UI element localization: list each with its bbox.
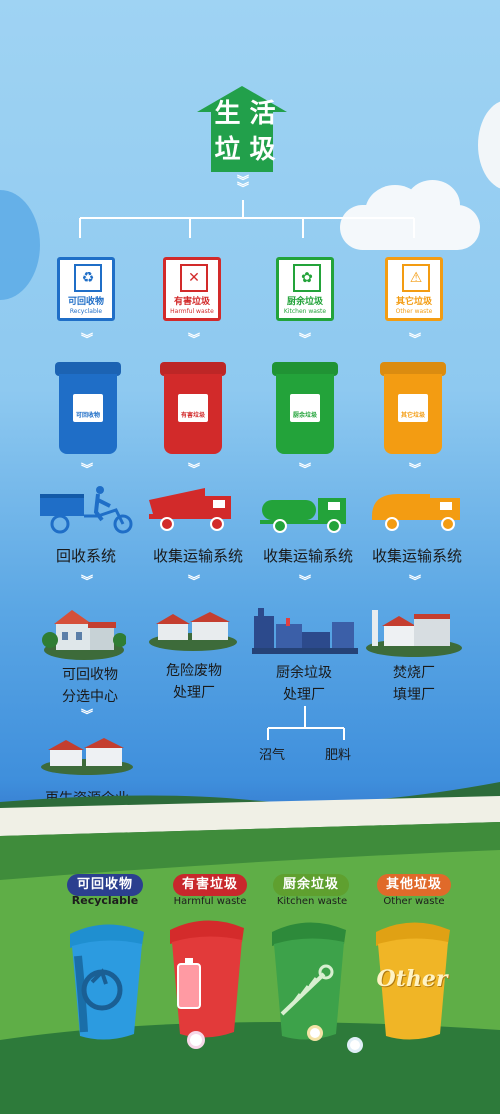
chevron-down-icon: ︾ <box>187 332 200 346</box>
recycle-icon: ♻ <box>74 264 102 292</box>
recyclable-bin-large <box>70 924 144 1040</box>
category-sign-en: Harmful waste <box>170 308 214 315</box>
legend-en-kitchen: Kitchen waste <box>276 896 348 907</box>
category-sign-label: 可回收物 <box>67 297 104 307</box>
battery-icon: ✕ <box>180 264 208 292</box>
hazard-icon: ⚠ <box>402 264 430 292</box>
bin-other: 其它垃圾 <box>380 358 446 454</box>
tanker-truck-icon <box>260 498 346 533</box>
legend-en-other: Other waste <box>383 896 445 907</box>
flower-icon <box>190 1034 202 1046</box>
bin-label: 其它垃圾 <box>400 412 425 419</box>
bin-label: 有害垃圾 <box>180 412 205 419</box>
legend-en-recyclable: Recyclable <box>71 894 139 907</box>
tricycle-icon <box>40 486 133 534</box>
legend-pill-other: 其他垃圾 <box>377 874 451 896</box>
category-sign-label: 其它垃圾 <box>395 297 432 307</box>
category-sign-label: 厨余垃圾 <box>286 297 323 307</box>
legend-pill-kitchen: 厨余垃圾 <box>273 874 349 896</box>
chevron-down-icon: ︾ <box>298 332 311 346</box>
chevron-down-icon: ︾ <box>80 332 93 346</box>
chevron-down-icon: ︾ <box>408 462 421 476</box>
chevron-down-icon: ︾ <box>408 332 421 346</box>
other-bin-text: Other <box>376 966 448 992</box>
flower-icon <box>350 1040 360 1050</box>
bin-kitchen: 厨余垃圾 <box>272 358 338 454</box>
category-sign-en: Other waste <box>395 308 433 315</box>
side-blob <box>478 100 500 190</box>
legend-pill-harmful: 有害垃圾 <box>173 874 247 896</box>
category-sign-label: 有害垃圾 <box>173 297 210 307</box>
category-sign-en: Recyclable <box>69 308 103 315</box>
chevron-down-icon: ︾ ︾ <box>236 174 249 195</box>
kitchen-bin-large <box>272 922 346 1040</box>
chevron-down-icon: ︾ <box>187 462 200 476</box>
category-sign-en: Kitchen waste <box>283 308 327 315</box>
category-sign-harmful: ✕ 有害垃圾 Harmful waste <box>163 257 221 321</box>
category-sign-kitchen: ✿ 厨余垃圾 Kitchen waste <box>276 257 334 321</box>
bin-label: 可回收物 <box>75 412 100 419</box>
category-sign-other: ⚠ 其它垃圾 Other waste <box>385 257 443 321</box>
chevron-down-icon: ︾ <box>298 462 311 476</box>
dump-truck-icon <box>149 488 231 531</box>
compactor-truck-icon <box>372 494 460 531</box>
fishbone-icon: ✿ <box>293 264 321 292</box>
bin-label: 厨余垃圾 <box>292 412 317 419</box>
legend-en-harmful: Harmful waste <box>173 896 247 907</box>
category-sign-recyclable: ♻ 可回收物 Recyclable <box>57 257 115 321</box>
branch-lines <box>79 200 415 238</box>
poster: 生 活 垃 圾 ︾ ︾ ♻ 可回收物 Recyclable ✕ 有害垃圾 Harmful w… <box>0 0 500 1114</box>
bin-recyclable: 可回收物 <box>55 358 121 454</box>
bin-harmful: 有害垃圾 <box>160 358 226 454</box>
legend-pill-recyclable: 可回收物 <box>67 874 143 896</box>
harmful-bin-large <box>170 920 244 1038</box>
chevron-down-icon: ︾ <box>80 462 93 476</box>
page-title: 生 活 垃 圾 <box>214 99 276 165</box>
flower-icon <box>310 1028 320 1038</box>
